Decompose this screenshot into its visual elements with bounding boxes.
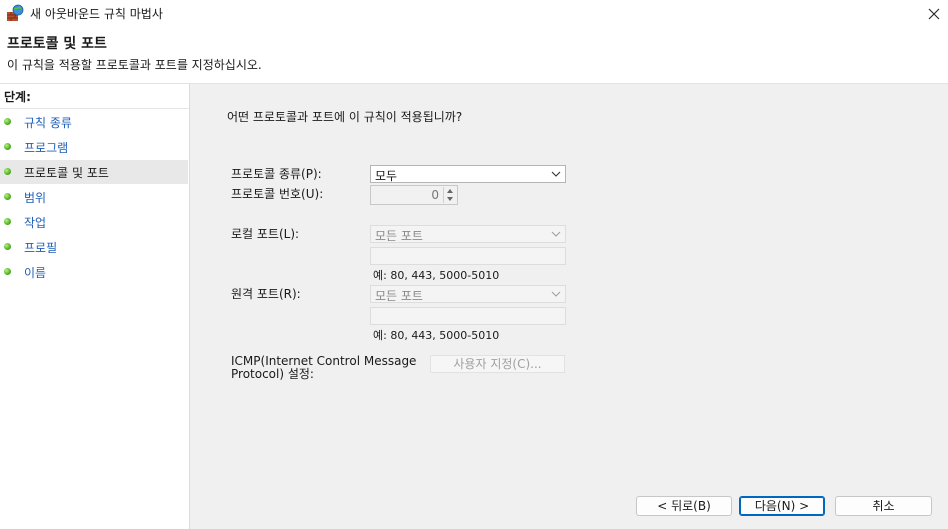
step-label: 범위: [24, 191, 47, 205]
local-port-value: 모든 포트: [375, 229, 423, 243]
protocol-number-label: 프로토콜 번호(U):: [231, 187, 324, 201]
step-label: 작업: [24, 216, 47, 230]
step-status-icon: [4, 143, 11, 150]
chevron-down-icon: [551, 231, 561, 237]
local-port-hint: 예: 80, 443, 5000-5010: [373, 269, 500, 282]
step-protocol-ports[interactable]: 프로토콜 및 포트: [0, 160, 188, 184]
step-scope[interactable]: 범위: [0, 185, 188, 209]
title-bar: 새 아웃바운드 규칙 마법사: [0, 0, 948, 27]
next-button[interactable]: 다음(N) >: [739, 496, 825, 516]
remote-port-hint: 예: 80, 443, 5000-5010: [373, 329, 500, 342]
step-status-icon: [4, 218, 11, 225]
protocol-number-stepper[interactable]: 0: [370, 185, 458, 205]
firewall-shield-icon: [7, 4, 24, 21]
close-button[interactable]: [920, 0, 948, 27]
back-button[interactable]: < 뒤로(B): [636, 496, 732, 516]
icmp-label-line2: Protocol) 설정:: [231, 367, 314, 381]
question-text: 어떤 프로토콜과 포트에 이 규칙이 적용됩니까?: [227, 110, 463, 124]
chevron-down-icon: [447, 197, 453, 201]
step-label: 이름: [24, 266, 47, 280]
step-rule-type[interactable]: 규칙 종류: [0, 110, 188, 134]
step-label: 프로토콜 및 포트: [24, 166, 109, 180]
steps-divider: [0, 108, 189, 109]
stepper-up-button[interactable]: [444, 187, 456, 195]
protocol-number-value: 0: [431, 188, 439, 202]
step-status-icon: [4, 168, 11, 175]
steps-heading: 단계:: [4, 90, 31, 104]
icmp-settings-label: ICMP(Internet Control Message Protocol) …: [231, 355, 416, 381]
step-name[interactable]: 이름: [0, 260, 188, 284]
remote-port-input[interactable]: [370, 307, 566, 325]
window-title: 새 아웃바운드 규칙 마법사: [30, 7, 163, 21]
chevron-down-icon: [551, 291, 561, 297]
step-label: 프로필: [24, 241, 58, 255]
step-status-icon: [4, 243, 11, 250]
page-subtitle: 이 규칙을 적용할 프로토콜과 포트를 지정하십시오.: [7, 58, 262, 72]
cancel-button[interactable]: 취소: [835, 496, 932, 516]
close-icon: [928, 8, 940, 19]
local-port-select[interactable]: 모든 포트: [370, 225, 566, 243]
remote-port-select[interactable]: 모든 포트: [370, 285, 566, 303]
protocol-type-select[interactable]: 모두: [370, 165, 566, 183]
protocol-type-label: 프로토콜 종류(P):: [231, 167, 322, 181]
protocol-type-value: 모두: [375, 169, 398, 183]
chevron-down-icon: [551, 171, 561, 177]
chevron-up-icon: [447, 189, 453, 193]
step-status-icon: [4, 193, 11, 200]
local-port-label: 로컬 포트(L):: [231, 227, 300, 241]
step-label: 규칙 종류: [24, 116, 72, 130]
local-port-input[interactable]: [370, 247, 566, 265]
step-status-icon: [4, 118, 11, 125]
step-action[interactable]: 작업: [0, 210, 188, 234]
step-label: 프로그램: [24, 141, 69, 155]
step-profile[interactable]: 프로필: [0, 235, 188, 259]
remote-port-label: 원격 포트(R):: [231, 287, 301, 301]
step-status-icon: [4, 268, 11, 275]
steps-pane: 단계: 규칙 종류 프로그램 프로토콜 및 포트 범위 작업 프로필 이름: [0, 84, 190, 529]
stepper-arrows: [443, 187, 456, 203]
wizard-header: 프로토콜 및 포트 이 규칙을 적용할 프로토콜과 포트를 지정하십시오.: [0, 27, 948, 84]
page-title: 프로토콜 및 포트: [7, 36, 107, 52]
step-program[interactable]: 프로그램: [0, 135, 188, 159]
stepper-down-button[interactable]: [444, 195, 456, 203]
icmp-customize-button[interactable]: 사용자 지정(C)...: [430, 355, 565, 373]
remote-port-value: 모든 포트: [375, 289, 423, 303]
